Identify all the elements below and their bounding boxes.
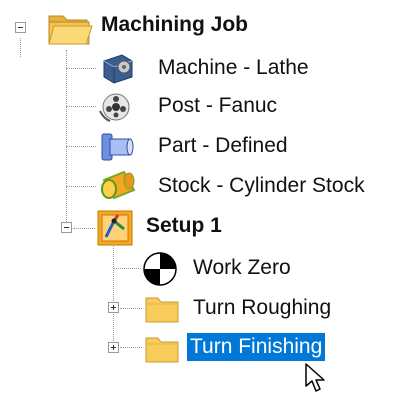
tree-item-turn-finishing[interactable]: Turn Finishing [187,333,326,361]
collapse-toggle-machining-job[interactable] [15,22,26,33]
tree-line [66,186,96,187]
tree-item-machining-job[interactable]: Machining Job [98,11,251,39]
part-icon [98,130,138,162]
tree-item-stock[interactable]: Stock - Cylinder Stock [155,172,368,200]
tree-line [66,68,96,69]
expand-toggle-turn-finishing[interactable] [108,342,119,353]
tree-line [120,308,142,309]
expand-toggle-turn-roughing[interactable] [108,302,119,313]
folder-open-icon [46,8,94,48]
folder-icon [143,292,181,324]
tree-item-work-zero[interactable]: Work Zero [190,254,294,282]
collapse-toggle-setup-1[interactable] [61,222,72,233]
tree-line [20,38,21,57]
tree-line [113,242,114,347]
tree-item-setup-1[interactable]: Setup 1 [143,212,225,240]
post-processor-icon [98,91,138,123]
tree-item-turn-roughing[interactable]: Turn Roughing [190,294,334,322]
job-tree: Machining Job Machine - Lathe Post - Fan… [0,0,396,394]
tree-line [66,50,67,228]
machine-icon [98,51,138,84]
tree-line [73,228,95,229]
tree-line [113,268,141,269]
tree-line [66,106,96,107]
mouse-cursor-icon [304,362,330,394]
tree-line [120,347,142,348]
tree-item-part[interactable]: Part - Defined [155,132,291,160]
work-zero-icon [142,251,178,287]
tree-item-machine[interactable]: Machine - Lathe [155,54,312,82]
stock-cylinder-icon [96,168,136,200]
tree-item-post[interactable]: Post - Fanuc [155,92,280,120]
folder-icon [143,332,181,364]
tree-line [66,146,96,147]
setup-icon [96,209,134,247]
